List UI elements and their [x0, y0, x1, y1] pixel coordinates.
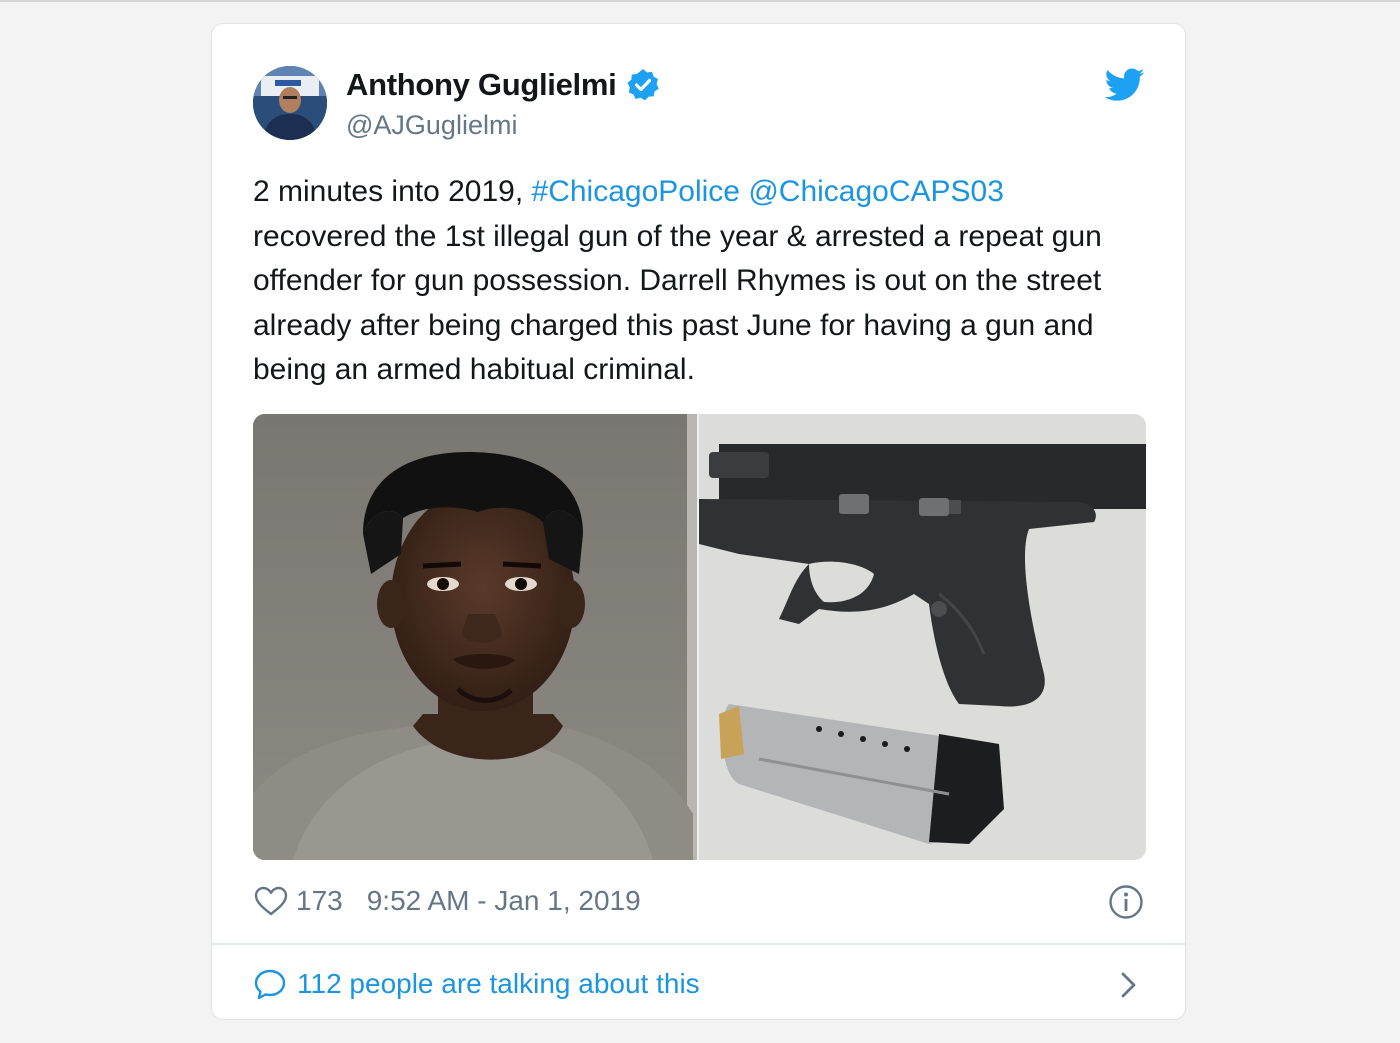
mention-link[interactable]: @ChicagoCAPS03: [748, 175, 1004, 208]
page-top-border: [0, 0, 1400, 2]
mugshot-photo[interactable]: [253, 414, 697, 860]
author-name[interactable]: Anthony Guglielmi: [346, 67, 660, 103]
conversation-link[interactable]: 112 people are talking about this: [253, 964, 1146, 1004]
conversation-label[interactable]: 112 people are talking about this: [297, 968, 700, 1000]
twitter-bird-icon[interactable]: [1105, 68, 1145, 102]
like-count[interactable]: 173: [296, 885, 343, 917]
tweet-footer: 173 9:52 AM - Jan 1, 2019: [253, 881, 1146, 921]
footer-divider: [212, 943, 1185, 945]
tweet-text-part: recovered the 1st illegal gun of the yea…: [253, 219, 1102, 387]
gun-photo[interactable]: [699, 414, 1146, 860]
heart-icon[interactable]: [254, 886, 288, 916]
tweet-text-part: 2 minutes into 2019,: [253, 175, 532, 208]
verified-badge-icon: [627, 69, 660, 101]
author-avatar[interactable]: [253, 66, 327, 140]
info-icon[interactable]: [1108, 884, 1144, 920]
hashtag-link[interactable]: #ChicagoPolice: [532, 175, 740, 208]
tweet-timestamp[interactable]: 9:52 AM - Jan 1, 2019: [367, 885, 641, 917]
author-handle[interactable]: @AJGuglielmi: [346, 110, 517, 141]
speech-bubble-icon: [254, 969, 286, 1000]
chevron-right-icon[interactable]: [1117, 970, 1139, 1000]
tweet-text: 2 minutes into 2019, #ChicagoPolice @Chi…: [253, 170, 1153, 393]
author-name-text[interactable]: Anthony Guglielmi: [346, 67, 617, 103]
tweet-card: Anthony Guglielmi @AJGuglielmi 2 minutes…: [211, 23, 1186, 1020]
tweet-media[interactable]: [253, 414, 1146, 860]
